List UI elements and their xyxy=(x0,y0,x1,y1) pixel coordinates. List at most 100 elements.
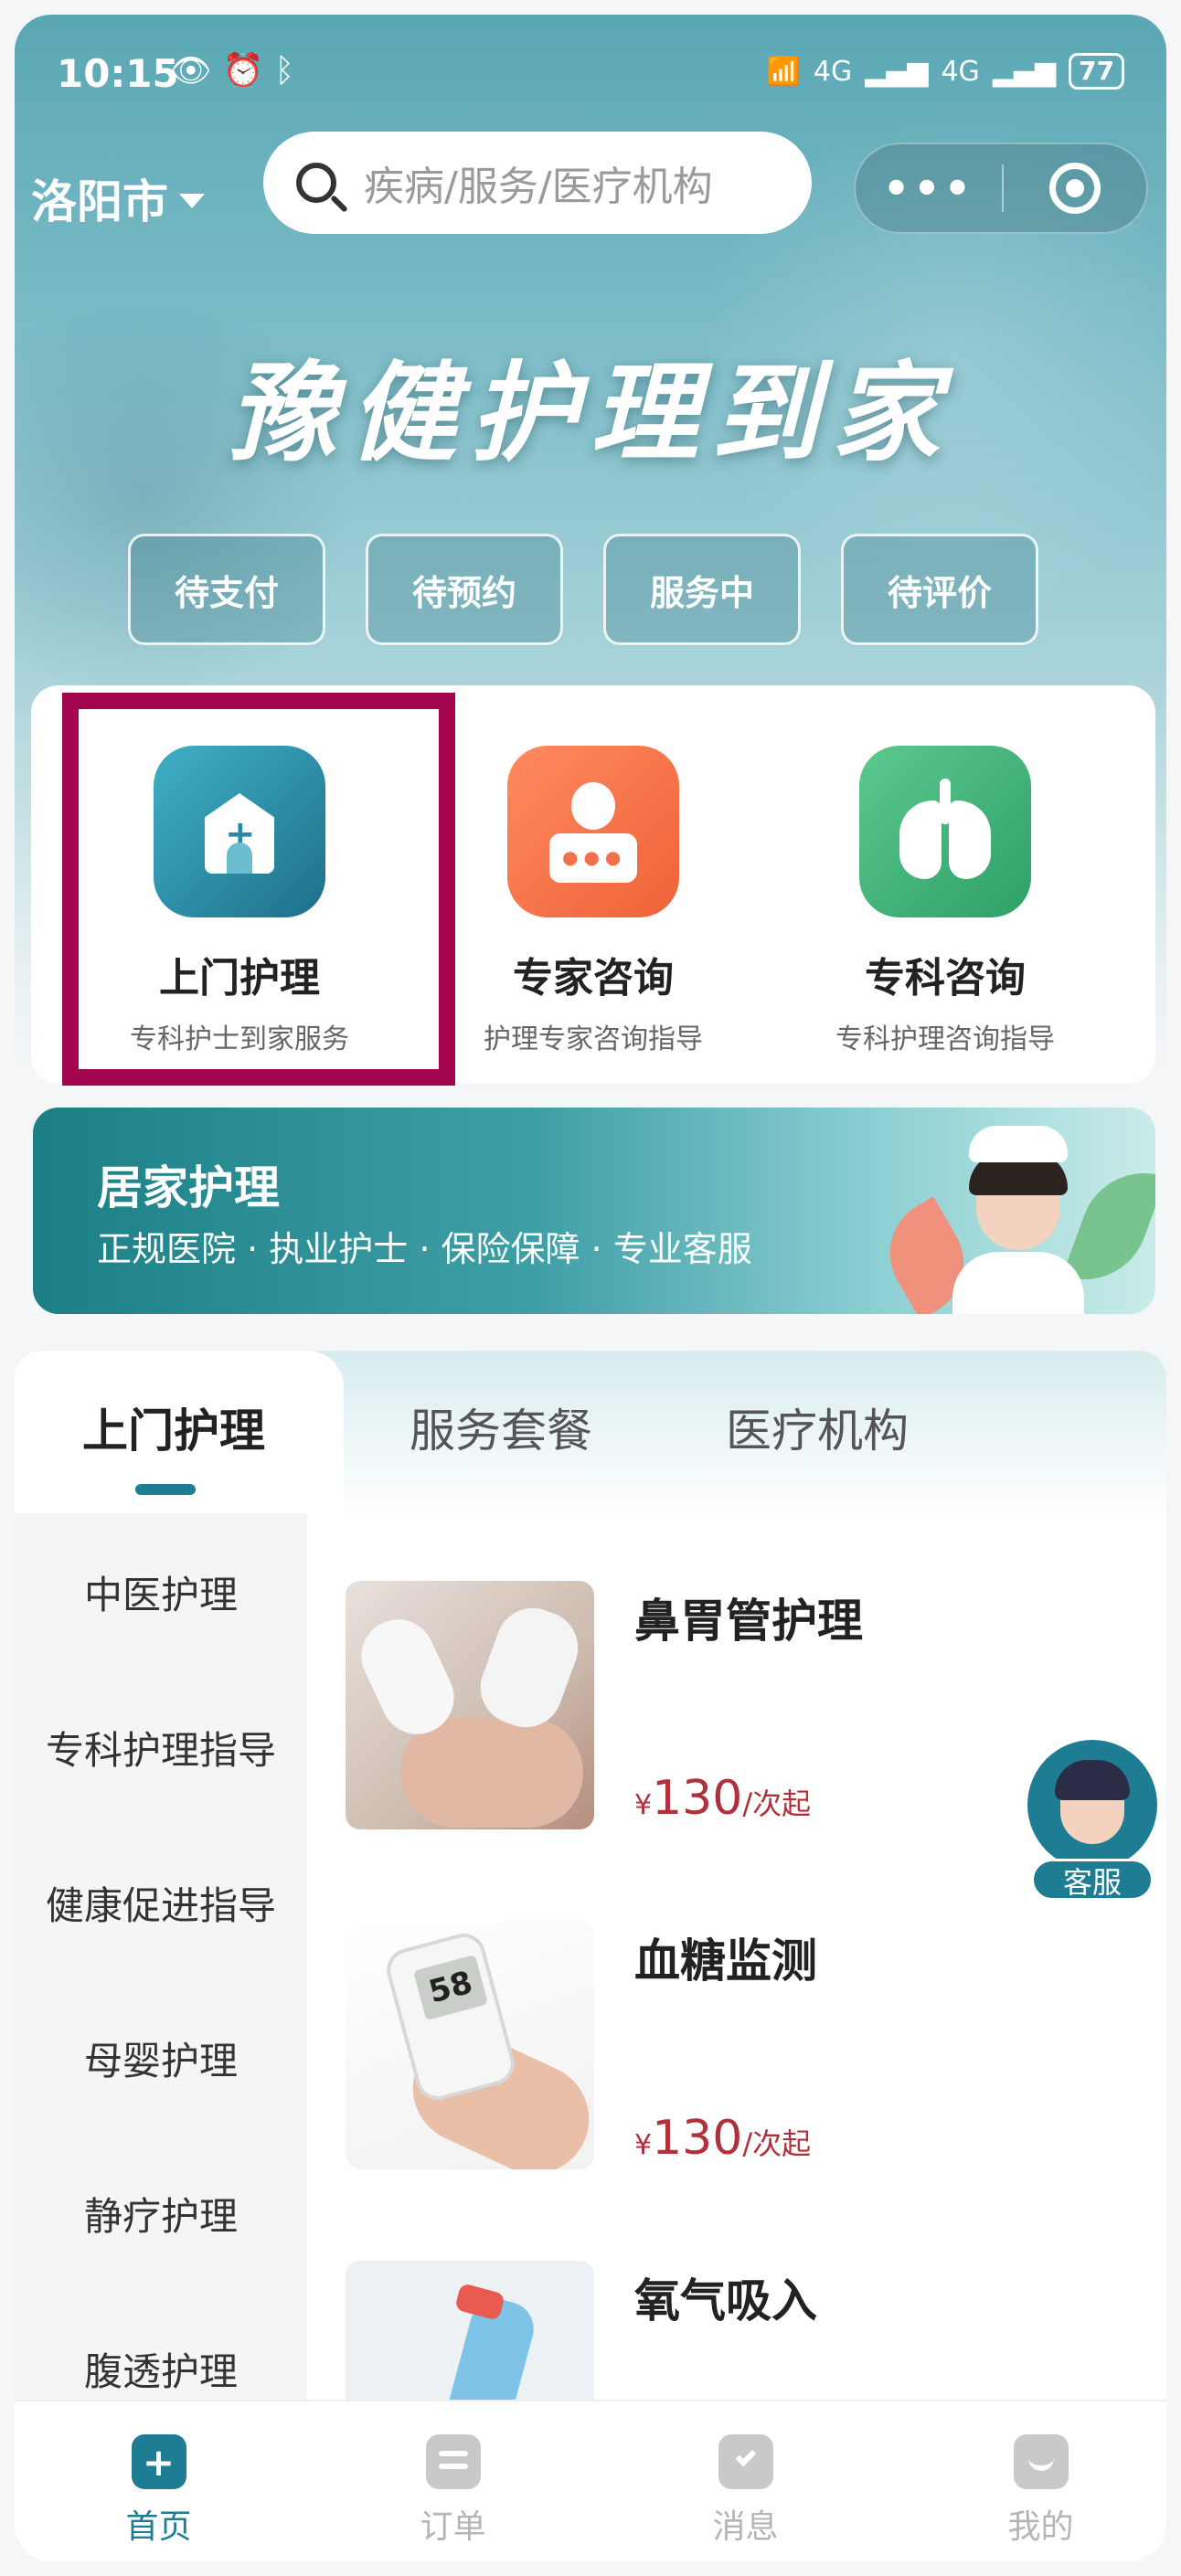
price-value: 130 xyxy=(652,1771,743,1826)
nurse-cap xyxy=(969,1126,1068,1162)
tab-underline xyxy=(135,1484,196,1495)
glove-shape xyxy=(470,1597,589,1738)
nav-label: 消息 xyxy=(712,2508,779,2546)
category-peritoneal-dialysis[interactable]: 腹透护理 xyxy=(15,2341,307,2397)
city-label: 洛阳市 xyxy=(31,175,168,228)
profile-icon xyxy=(1013,2434,1069,2489)
nav-label: 我的 xyxy=(1007,2508,1074,2546)
search-input[interactable]: 疾病/服务/医疗机构 xyxy=(263,132,812,234)
service-specialty-consult[interactable]: 专科咨询 专科护理咨询指导 xyxy=(771,685,1119,1084)
home-care-icon: + xyxy=(154,746,325,917)
search-placeholder: 疾病/服务/医疗机构 xyxy=(364,164,713,210)
nurse-body xyxy=(952,1252,1084,1314)
eye-icon: 👁 xyxy=(170,52,212,90)
category-infusion-care[interactable]: 静疗护理 xyxy=(15,2186,307,2242)
network-label: 4G xyxy=(813,55,853,88)
home-care-subtitle: 正规医院 · 执业护士 · 保险保障 · 专业客服 xyxy=(97,1229,752,1269)
close-mini-program-button[interactable] xyxy=(1004,163,1146,214)
nav-label: 订单 xyxy=(420,2508,486,2546)
expert-dots: ●●● xyxy=(562,846,627,868)
message-icon xyxy=(718,2434,773,2489)
product-item[interactable]: 58 血糖监测 ¥130/次起 xyxy=(346,1921,1150,2195)
search-icon xyxy=(296,163,336,203)
product-image: 58 xyxy=(346,1921,594,2169)
chevron-down-icon xyxy=(179,194,205,208)
mini-program-capsule: ••• xyxy=(854,143,1148,234)
bluetooth-icon: ᛒ xyxy=(274,52,295,90)
city-selector[interactable]: 洛阳市 xyxy=(31,165,205,231)
order-status-in-service[interactable]: 服务中 xyxy=(603,534,801,645)
order-status-pending-review[interactable]: 待评价 xyxy=(841,534,1038,645)
more-button[interactable]: ••• xyxy=(856,164,1002,213)
service-subtitle: 专科护理咨询指导 xyxy=(835,1023,1055,1055)
product-price: ¥130/次起 xyxy=(634,2111,811,2166)
order-icon xyxy=(425,2434,481,2489)
tab-medical-institution[interactable]: 医疗机构 xyxy=(726,1394,909,1460)
service-title: 专科咨询 xyxy=(865,955,1026,1002)
phone-screen: 10:15 👁 ⏰ ᛒ 📶 4G ▂▄▆ 4G ▂▄▆ 77 洛阳市 疾病/服务/医… xyxy=(15,15,1166,2561)
home-icon: + xyxy=(131,2434,186,2489)
tab-service-package[interactable]: 服务套餐 xyxy=(410,1394,592,1460)
service-title: 上门护理 xyxy=(159,955,320,1002)
nav-profile[interactable]: 我的 xyxy=(897,2401,1166,2561)
customer-service-button[interactable]: 客服 xyxy=(1024,1740,1161,1904)
service-subtitle: 专科护士到家服务 xyxy=(130,1023,349,1055)
customer-service-label: 客服 xyxy=(1031,1859,1154,1901)
price-currency: ¥ xyxy=(634,2129,653,2161)
signal-icon: ▂▄▆ xyxy=(865,55,929,88)
lung-right xyxy=(949,800,991,879)
price-unit: /次起 xyxy=(742,2126,812,2161)
status-time: 10:15 xyxy=(57,51,179,96)
battery-indicator: 77 xyxy=(1069,53,1124,90)
order-status-pending-payment[interactable]: 待支付 xyxy=(128,534,325,645)
bottle-cap xyxy=(453,2283,506,2321)
nav-orders[interactable]: 订单 xyxy=(309,2401,597,2561)
tab-home-care[interactable]: 上门护理 xyxy=(82,1394,265,1460)
service-title: 专家咨询 xyxy=(513,955,674,1002)
category-maternal-infant[interactable]: 母婴护理 xyxy=(15,2030,307,2086)
product-name: 氧气吸入 xyxy=(634,2274,817,2327)
status-icons: 👁 ⏰ ᛒ xyxy=(170,51,305,90)
agent-hair xyxy=(1055,1760,1130,1800)
order-status-row: 待支付 待预约 服务中 待评价 xyxy=(128,534,1038,645)
content-area: 中医护理 专科护理指导 健康促进指导 母婴护理 静疗护理 腹透护理 鼻胃管护理 … xyxy=(15,1513,1166,2509)
price-value: 130 xyxy=(652,2111,743,2166)
chevron-shape xyxy=(735,2445,756,2467)
smile-shape xyxy=(1027,2456,1054,2471)
status-right: 📶 4G ▂▄▆ 4G ▂▄▆ 77 xyxy=(767,53,1124,90)
nurse-illustration xyxy=(945,1115,1091,1314)
home-care-banner[interactable]: 居家护理 正规医院 · 执业护士 · 保险保障 · 专业客服 xyxy=(33,1108,1155,1314)
service-expert-consult[interactable]: ●●● 专家咨询 护理专家咨询指导 xyxy=(420,685,767,1084)
lines-shape xyxy=(438,2451,468,2456)
service-subtitle: 护理专家咨询指导 xyxy=(484,1023,703,1055)
price-unit: /次起 xyxy=(742,1786,812,1821)
status-bar: 10:15 👁 ⏰ ᛒ 📶 4G ▂▄▆ 4G ▂▄▆ 77 xyxy=(15,15,1166,115)
service-home-care[interactable]: + 上门护理 专科护士到家服务 xyxy=(66,685,413,1084)
category-specialty-guidance[interactable]: 专科护理指导 xyxy=(15,1720,307,1776)
wifi-icon: 📶 xyxy=(766,55,801,88)
home-care-title: 居家护理 xyxy=(97,1161,280,1214)
product-price: ¥130/次起 xyxy=(634,1771,811,1826)
product-name: 血糖监测 xyxy=(634,1935,817,1988)
network-label: 4G xyxy=(941,55,980,88)
bottom-navigation: + 首页 订单 消息 我的 xyxy=(15,2400,1166,2561)
banner-title: 豫健护理到家 xyxy=(228,349,952,476)
category-health-promotion[interactable]: 健康促进指导 xyxy=(15,1875,307,1931)
nav-label: 首页 xyxy=(125,2508,192,2546)
nav-messages[interactable]: 消息 xyxy=(601,2401,889,2561)
expert-head xyxy=(571,782,615,830)
target-icon xyxy=(1049,163,1101,214)
alarm-icon: ⏰ xyxy=(222,52,264,90)
plus-icon: + xyxy=(142,2440,176,2485)
service-card: + 上门护理 专科护士到家服务 ●●● 专家咨询 护理专家咨询指导 专科咨询 专… xyxy=(31,685,1155,1084)
expert-icon: ●●● xyxy=(507,746,679,917)
signal-icon: ▂▄▆ xyxy=(992,55,1057,88)
order-status-pending-appointment[interactable]: 待预约 xyxy=(366,534,563,645)
door-shape xyxy=(227,843,252,874)
price-currency: ¥ xyxy=(634,1789,653,1821)
glucose-meter xyxy=(381,1928,520,2105)
lung-left xyxy=(899,800,942,879)
customer-service-avatar xyxy=(1027,1740,1157,1870)
category-tcm-care[interactable]: 中医护理 xyxy=(15,1564,307,1620)
nav-home[interactable]: + 首页 xyxy=(15,2401,303,2561)
